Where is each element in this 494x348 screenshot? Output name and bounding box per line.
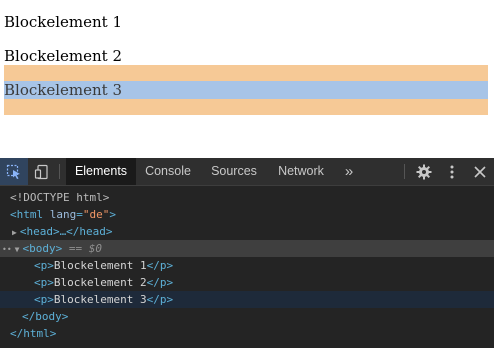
lang-value: "de" — [82, 208, 110, 221]
paragraph-3: Blockelement 3 — [4, 81, 122, 99]
html-close-tag: </html> — [10, 327, 57, 340]
paragraph-2: Blockelement 2 — [4, 47, 122, 65]
vertical-dots-icon — [450, 165, 454, 178]
p-close-tag: </p> — [146, 276, 174, 289]
p-close-tag: </p> — [146, 259, 174, 272]
devtools-panel: Elements Console Sources Network » <!DOC… — [0, 158, 494, 348]
dom-node-html-close[interactable]: </html> — [0, 325, 494, 342]
p-open-tag: <p> — [34, 259, 54, 272]
more-tabs-button[interactable]: » — [338, 158, 360, 185]
dom-node-head[interactable]: ▶ <head>…</head> — [0, 223, 494, 240]
rendered-page: Blockelement 1 Blockelement 2 Blockeleme… — [0, 0, 494, 158]
dom-node-p-3-hovered[interactable]: <p>Blockelement 3</p> — [0, 291, 494, 308]
dom-node-html[interactable]: <html lang="de"> — [0, 206, 494, 223]
p-open-tag: <p> — [34, 293, 54, 306]
paragraph-1: Blockelement 1 — [4, 13, 122, 31]
dom-node-p-2[interactable]: <p>Blockelement 2</p> — [0, 274, 494, 291]
expand-arrow-icon[interactable]: ▶ — [0, 228, 17, 237]
customize-menu-button[interactable] — [438, 158, 466, 185]
tab-elements[interactable]: Elements — [66, 158, 136, 185]
lang-attribute: lang — [49, 208, 77, 221]
selected-node-marker: == $0 — [68, 242, 102, 255]
settings-button[interactable] — [410, 158, 438, 185]
device-mode-icon — [34, 164, 48, 179]
device-toolbar-button[interactable] — [28, 158, 56, 185]
p-text-1: Blockelement 1 — [53, 259, 147, 272]
toolbar-divider — [404, 164, 405, 179]
html-open-tag: <html — [10, 208, 44, 221]
dom-node-body-close[interactable]: </body> — [0, 308, 494, 325]
dom-node-body-selected[interactable]: •• ▼ <body> == $0 — [0, 240, 494, 257]
toolbar-divider — [59, 164, 60, 179]
inspect-cursor-icon — [6, 164, 20, 179]
body-open-tag: <body> — [22, 242, 63, 255]
close-icon — [474, 165, 486, 178]
devtools-tab-bar: Elements Console Sources Network » — [0, 158, 494, 186]
dom-node-p-1[interactable]: <p>Blockelement 1</p> — [0, 257, 494, 274]
body-close-tag: </body> — [22, 310, 69, 323]
p-text-2: Blockelement 2 — [53, 276, 147, 289]
inspect-element-button[interactable] — [0, 158, 28, 185]
p-text-3: Blockelement 3 — [53, 293, 147, 306]
tab-console[interactable]: Console — [138, 158, 198, 185]
p-open-tag: <p> — [34, 276, 54, 289]
doctype-text: <!DOCTYPE html> — [10, 191, 110, 204]
tab-sources[interactable]: Sources — [206, 158, 262, 185]
head-collapsed-tag: <head>…</head> — [19, 225, 113, 238]
row-actions-icon[interactable]: •• — [0, 245, 12, 254]
dom-tree: <!DOCTYPE html> <html lang="de"> ▶ <head>… — [0, 186, 494, 348]
dom-node-doctype[interactable]: <!DOCTYPE html> — [0, 189, 494, 206]
close-devtools-button[interactable] — [466, 158, 494, 185]
gear-icon — [416, 164, 432, 179]
html-open-tag-end: > — [109, 208, 116, 221]
tab-network[interactable]: Network — [270, 158, 332, 185]
p-close-tag: </p> — [146, 293, 174, 306]
